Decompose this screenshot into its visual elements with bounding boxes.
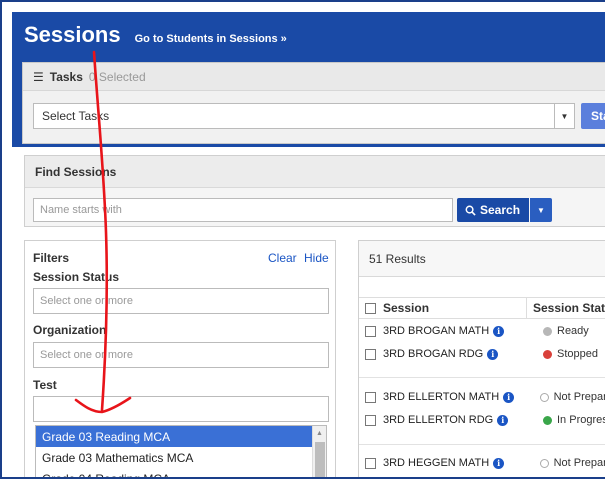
title-row: Sessions Go to Students in Sessions » bbox=[12, 12, 287, 62]
test-option[interactable]: Grade 03 Reading MCA bbox=[36, 426, 312, 447]
row-divider bbox=[359, 377, 605, 378]
row-session-cell: 3RD BROGAN MATH i bbox=[359, 325, 537, 337]
row-checkbox[interactable] bbox=[365, 325, 376, 337]
row-checkbox[interactable] bbox=[365, 414, 376, 426]
select-tasks-dropdown[interactable]: Select Tasks bbox=[33, 103, 555, 129]
list-icon: ☰ bbox=[33, 69, 44, 84]
row-status-cell: In Progress bbox=[537, 414, 605, 426]
status-text: Not Prepared bbox=[553, 391, 605, 403]
test-dropdown-list: Grade 03 Reading MCA Grade 03 Mathematic… bbox=[35, 425, 327, 478]
row-checkbox[interactable] bbox=[365, 457, 376, 469]
status-text: Stopped bbox=[557, 348, 598, 360]
status-column-header[interactable]: Session Status bbox=[527, 301, 605, 315]
filters-title: Filters bbox=[33, 251, 70, 265]
scroll-thumb[interactable] bbox=[315, 442, 325, 477]
find-sessions-title: Find Sessions bbox=[25, 156, 605, 188]
session-status-input[interactable] bbox=[33, 288, 329, 314]
search-options-chevron-icon[interactable]: ▼ bbox=[530, 198, 552, 222]
row-session-cell: 3RD HEGGEN MATH i bbox=[359, 457, 534, 469]
session-column-header[interactable]: Session bbox=[359, 298, 527, 318]
search-icon bbox=[465, 205, 476, 216]
info-icon[interactable]: i bbox=[493, 325, 505, 337]
table-row[interactable]: 3RD HEGGEN MATH i Not Prepared bbox=[359, 453, 605, 473]
test-option[interactable]: Grade 04 Reading MCA bbox=[36, 468, 312, 478]
results-count: 51 Results bbox=[359, 241, 605, 277]
tasks-bar[interactable]: ☰ Tasks 0 Selected bbox=[23, 63, 605, 91]
results-panel: 51 Results Session Session Status 3RD BR… bbox=[358, 240, 605, 477]
name-search-input[interactable] bbox=[33, 198, 453, 222]
session-name[interactable]: 3RD BROGAN RDG bbox=[383, 348, 483, 360]
session-column-label: Session bbox=[383, 301, 430, 315]
session-name[interactable]: 3RD ELLERTON MATH bbox=[383, 391, 499, 403]
test-input[interactable] bbox=[33, 396, 329, 422]
search-button-label: Search bbox=[480, 203, 521, 217]
info-icon[interactable]: i bbox=[497, 414, 509, 426]
status-text: Not Prepared bbox=[553, 457, 605, 469]
status-dot-icon bbox=[543, 349, 552, 359]
organization-label: Organization bbox=[33, 323, 107, 337]
session-name[interactable]: 3RD HEGGEN MATH bbox=[383, 457, 489, 469]
status-text: In Progress bbox=[557, 414, 605, 426]
table-row[interactable]: 3RD BROGAN MATH i Ready bbox=[359, 321, 605, 341]
filters-panel: Filters Clear Hide Session Status Organi… bbox=[24, 240, 336, 478]
organization-input[interactable] bbox=[33, 342, 329, 368]
info-icon[interactable]: i bbox=[487, 348, 499, 360]
session-name[interactable]: 3RD BROGAN MATH bbox=[383, 325, 489, 337]
tasks-panel: ☰ Tasks 0 Selected Select Tasks ▼ Start bbox=[22, 62, 605, 144]
row-status-cell: Ready bbox=[537, 325, 589, 337]
test-label: Test bbox=[33, 378, 57, 392]
row-session-cell: 3RD BROGAN RDG i bbox=[359, 348, 537, 360]
chevron-down-icon[interactable]: ▼ bbox=[555, 103, 575, 129]
goto-students-link[interactable]: Go to Students in Sessions » bbox=[135, 33, 287, 45]
app-frame: Sessions Go to Students in Sessions » ☰ … bbox=[0, 0, 605, 479]
row-checkbox[interactable] bbox=[365, 348, 376, 360]
search-button[interactable]: Search bbox=[457, 198, 529, 222]
session-name[interactable]: 3RD ELLERTON RDG bbox=[383, 414, 493, 426]
session-status-label: Session Status bbox=[33, 270, 120, 284]
info-icon[interactable]: i bbox=[493, 457, 505, 469]
row-checkbox[interactable] bbox=[365, 391, 376, 403]
clear-filters-link[interactable]: Clear bbox=[268, 251, 297, 265]
status-dot-icon bbox=[539, 392, 549, 402]
row-session-cell: 3RD ELLERTON RDG i bbox=[359, 414, 537, 426]
info-icon[interactable]: i bbox=[503, 391, 515, 403]
row-status-cell: Not Prepared bbox=[534, 391, 605, 403]
row-status-cell: Not Prepared bbox=[534, 457, 605, 469]
page-header: Sessions Go to Students in Sessions » ☰ … bbox=[12, 12, 605, 147]
status-text: Ready bbox=[557, 325, 589, 337]
page-title: Sessions bbox=[24, 22, 121, 47]
hide-filters-link[interactable]: Hide bbox=[304, 251, 329, 265]
status-dot-icon bbox=[543, 415, 552, 425]
row-status-cell: Stopped bbox=[537, 348, 598, 360]
table-row[interactable]: 3RD ELLERTON RDG i In Progress bbox=[359, 410, 605, 430]
start-button[interactable]: Start bbox=[581, 103, 605, 129]
status-dot-icon bbox=[539, 458, 549, 468]
tasks-selected-count: 0 Selected bbox=[88, 69, 146, 84]
table-row[interactable]: 3RD ELLERTON MATH i Not Prepared bbox=[359, 387, 605, 407]
test-option[interactable]: Grade 03 Mathematics MCA bbox=[36, 447, 312, 468]
scroll-up-icon[interactable]: ▲ bbox=[313, 426, 326, 440]
table-row[interactable]: 3RD BROGAN RDG i Stopped bbox=[359, 344, 605, 364]
status-dot-icon bbox=[543, 326, 552, 336]
row-divider bbox=[359, 444, 605, 445]
tasks-label: Tasks bbox=[49, 69, 83, 84]
find-sessions-panel: Find Sessions Search ▼ bbox=[24, 155, 605, 227]
select-all-checkbox[interactable] bbox=[365, 302, 376, 314]
table-header: Session Session Status bbox=[359, 297, 605, 319]
row-session-cell: 3RD ELLERTON MATH i bbox=[359, 391, 534, 403]
dropdown-scrollbar[interactable]: ▲ bbox=[312, 426, 326, 477]
select-tasks-label: Select Tasks bbox=[42, 109, 110, 123]
